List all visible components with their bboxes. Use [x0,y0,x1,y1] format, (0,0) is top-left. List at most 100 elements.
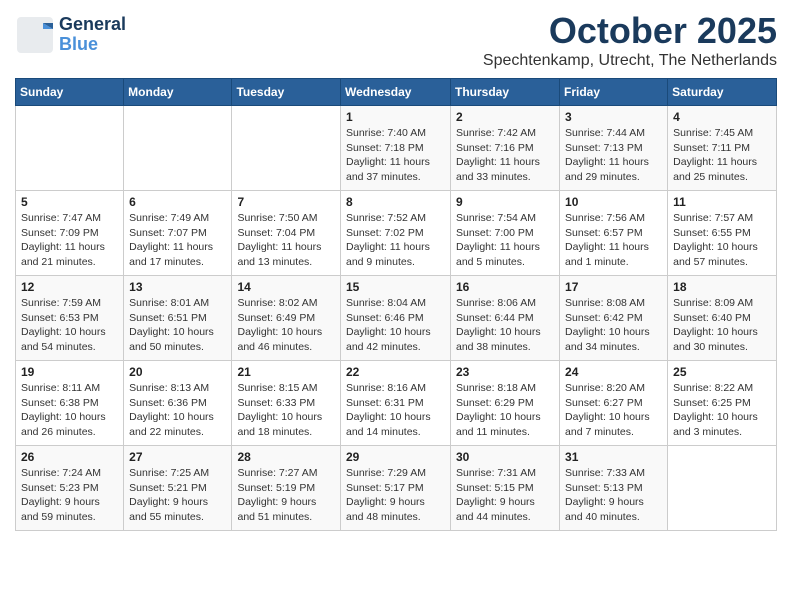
day-number: 23 [456,365,554,379]
calendar-cell: 25 Sunrise: 8:22 AMSunset: 6:25 PMDayligh… [668,361,777,446]
day-number: 29 [346,450,445,464]
weekday-header-thursday: Thursday [451,79,560,106]
calendar-cell: 27 Sunrise: 7:25 AMSunset: 5:21 PMDayligh… [124,446,232,531]
day-number: 21 [237,365,335,379]
day-info: Sunrise: 7:52 AMSunset: 7:02 PMDaylight:… [346,211,445,270]
weekday-header-tuesday: Tuesday [232,79,341,106]
day-info: Sunrise: 7:29 AMSunset: 5:17 PMDaylight:… [346,466,445,525]
calendar-cell: 7Sunrise: 7:50 AMSunset: 7:04 PMDaylight… [232,191,341,276]
month-title: October 2025 [483,10,777,52]
weekday-header-sunday: Sunday [16,79,124,106]
day-info: Sunrise: 8:04 AMSunset: 6:46 PMDaylight:… [346,296,445,355]
day-info: Sunrise: 8:11 AMSunset: 6:38 PMDaylight:… [21,381,118,440]
day-number: 3 [565,110,662,124]
calendar-cell: 22Sunrise: 8:16 AMSunset: 6:31 PMDayligh… [341,361,451,446]
day-info: Sunrise: 8:02 AMSunset: 6:49 PMDaylight:… [237,296,335,355]
day-info: Sunrise: 7:56 AMSunset: 6:57 PMDaylight:… [565,211,662,270]
day-info: Sunrise: 7:49 AMSunset: 7:07 PMDaylight:… [129,211,226,270]
calendar-cell: 13Sunrise: 8:01 AMSunset: 6:51 PMDayligh… [124,276,232,361]
calendar-week-5: 26 Sunrise: 7:24 AMSunset: 5:23 PMDayligh… [16,446,777,531]
calendar-cell: 6 Sunrise: 7:49 AMSunset: 7:07 PMDaylight… [124,191,232,276]
day-info: Sunrise: 8:15 AMSunset: 6:33 PMDaylight:… [237,381,335,440]
day-number: 28 [237,450,335,464]
calendar-cell: 3 Sunrise: 7:44 AMSunset: 7:13 PMDaylight… [560,106,668,191]
calendar-cell: 5Sunrise: 7:47 AMSunset: 7:09 PMDaylight… [16,191,124,276]
day-number: 26 [21,450,118,464]
day-info: Sunrise: 7:44 AMSunset: 7:13 PMDaylight:… [565,126,662,185]
day-info: Sunrise: 8:13 AMSunset: 6:36 PMDaylight:… [129,381,226,440]
day-number: 14 [237,280,335,294]
day-number: 30 [456,450,554,464]
calendar-cell: 12 Sunrise: 7:59 AMSunset: 6:53 PMDayligh… [16,276,124,361]
calendar-cell: 19 Sunrise: 8:11 AMSunset: 6:38 PMDayligh… [16,361,124,446]
calendar-week-2: 5Sunrise: 7:47 AMSunset: 7:09 PMDaylight… [16,191,777,276]
day-number: 7 [237,195,335,209]
day-number: 8 [346,195,445,209]
day-info: Sunrise: 7:45 AMSunset: 7:11 PMDaylight:… [673,126,771,185]
day-number: 5 [21,195,118,209]
calendar-cell: 20 Sunrise: 8:13 AMSunset: 6:36 PMDayligh… [124,361,232,446]
calendar-cell: 21 Sunrise: 8:15 AMSunset: 6:33 PMDayligh… [232,361,341,446]
calendar-cell: 2 Sunrise: 7:42 AMSunset: 7:16 PMDaylight… [451,106,560,191]
day-number: 25 [673,365,771,379]
day-info: Sunrise: 7:24 AMSunset: 5:23 PMDaylight:… [21,466,118,525]
calendar-cell: 16Sunrise: 8:06 AMSunset: 6:44 PMDayligh… [451,276,560,361]
day-number: 11 [673,195,771,209]
day-number: 13 [129,280,226,294]
logo-icon [15,15,55,55]
logo-line2: Blue [59,35,126,55]
calendar-cell: 31 Sunrise: 7:33 AMSunset: 5:13 PMDayligh… [560,446,668,531]
weekday-header-saturday: Saturday [668,79,777,106]
day-number: 12 [21,280,118,294]
calendar-week-1: 1Sunrise: 7:40 AMSunset: 7:18 PMDaylight… [16,106,777,191]
day-number: 20 [129,365,226,379]
day-number: 1 [346,110,445,124]
day-number: 27 [129,450,226,464]
day-number: 17 [565,280,662,294]
day-info: Sunrise: 8:22 AMSunset: 6:25 PMDaylight:… [673,381,771,440]
calendar-cell: 30Sunrise: 7:31 AMSunset: 5:15 PMDayligh… [451,446,560,531]
calendar-cell: 18Sunrise: 8:09 AMSunset: 6:40 PMDayligh… [668,276,777,361]
weekday-header-monday: Monday [124,79,232,106]
calendar-cell: 8 Sunrise: 7:52 AMSunset: 7:02 PMDaylight… [341,191,451,276]
calendar-cell: 1Sunrise: 7:40 AMSunset: 7:18 PMDaylight… [341,106,451,191]
day-number: 24 [565,365,662,379]
calendar-cell: 14 Sunrise: 8:02 AMSunset: 6:49 PMDayligh… [232,276,341,361]
calendar-cell: 10 Sunrise: 7:56 AMSunset: 6:57 PMDayligh… [560,191,668,276]
day-number: 19 [21,365,118,379]
day-info: Sunrise: 8:20 AMSunset: 6:27 PMDaylight:… [565,381,662,440]
day-info: Sunrise: 7:57 AMSunset: 6:55 PMDaylight:… [673,211,771,270]
logo: General Blue [15,15,126,55]
day-number: 6 [129,195,226,209]
day-info: Sunrise: 7:25 AMSunset: 5:21 PMDaylight:… [129,466,226,525]
day-info: Sunrise: 7:33 AMSunset: 5:13 PMDaylight:… [565,466,662,525]
day-number: 31 [565,450,662,464]
logo-line1: General [59,15,126,35]
day-number: 2 [456,110,554,124]
calendar-cell: 15 Sunrise: 8:04 AMSunset: 6:46 PMDayligh… [341,276,451,361]
calendar-cell: 29 Sunrise: 7:29 AMSunset: 5:17 PMDayligh… [341,446,451,531]
calendar-cell: 9 Sunrise: 7:54 AMSunset: 7:00 PMDaylight… [451,191,560,276]
calendar-table: SundayMondayTuesdayWednesdayThursdayFrid… [15,78,777,531]
calendar-cell [668,446,777,531]
calendar-cell: 28 Sunrise: 7:27 AMSunset: 5:19 PMDayligh… [232,446,341,531]
day-info: Sunrise: 8:18 AMSunset: 6:29 PMDaylight:… [456,381,554,440]
weekday-header-friday: Friday [560,79,668,106]
day-number: 9 [456,195,554,209]
day-info: Sunrise: 8:16 AMSunset: 6:31 PMDaylight:… [346,381,445,440]
day-info: Sunrise: 7:54 AMSunset: 7:00 PMDaylight:… [456,211,554,270]
calendar-cell [124,106,232,191]
day-info: Sunrise: 8:06 AMSunset: 6:44 PMDaylight:… [456,296,554,355]
day-number: 10 [565,195,662,209]
title-block: October 2025 Spechtenkamp, Utrecht, The … [483,10,777,70]
calendar-cell: 17Sunrise: 8:08 AMSunset: 6:42 PMDayligh… [560,276,668,361]
day-number: 15 [346,280,445,294]
day-info: Sunrise: 7:42 AMSunset: 7:16 PMDaylight:… [456,126,554,185]
location-subtitle: Spechtenkamp, Utrecht, The Netherlands [483,52,777,70]
day-number: 18 [673,280,771,294]
calendar-cell [232,106,341,191]
day-info: Sunrise: 7:59 AMSunset: 6:53 PMDaylight:… [21,296,118,355]
calendar-cell: 26 Sunrise: 7:24 AMSunset: 5:23 PMDayligh… [16,446,124,531]
calendar-week-4: 19 Sunrise: 8:11 AMSunset: 6:38 PMDayligh… [16,361,777,446]
day-info: Sunrise: 7:27 AMSunset: 5:19 PMDaylight:… [237,466,335,525]
